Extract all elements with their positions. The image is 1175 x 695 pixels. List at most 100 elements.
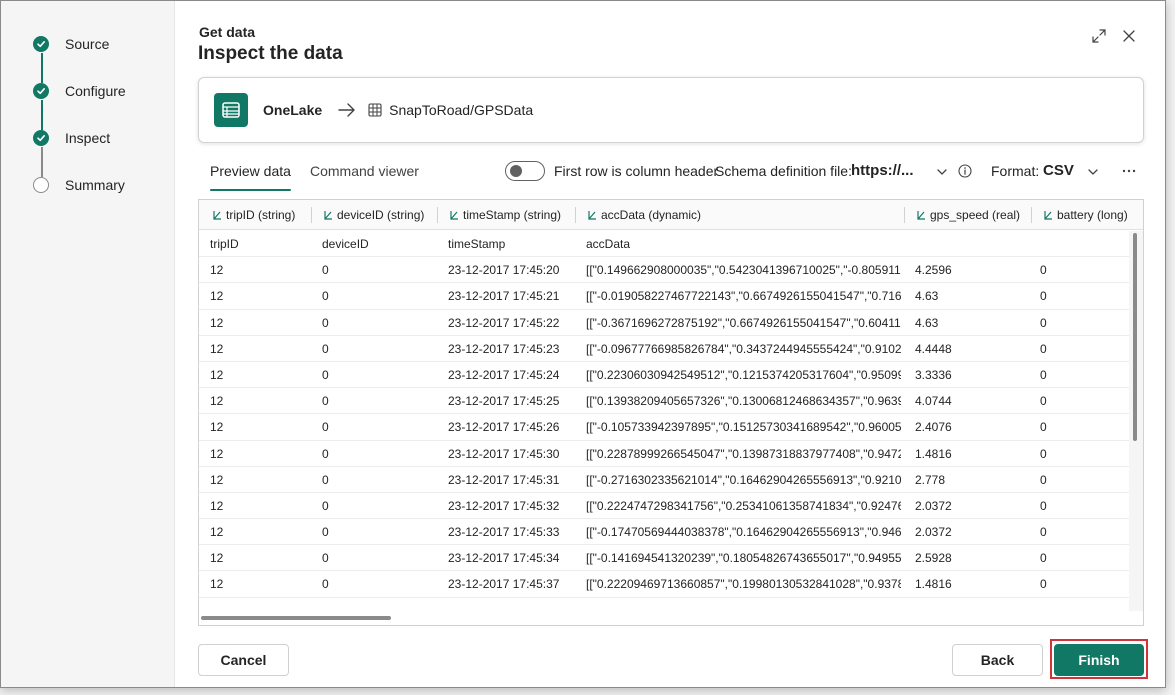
- table-cell: [["0.22878999266545047","0.1398731883797…: [586, 446, 901, 461]
- table-cell: 4.63: [915, 315, 939, 330]
- table-row: 12 0 23-12-2017 17:45:33 [["-0.174705694440…: [199, 519, 1129, 546]
- table-cell: [["-0.141694541320239","0.18054826743655…: [586, 551, 901, 566]
- table-cell: 0: [322, 498, 329, 513]
- back-button[interactable]: Back: [952, 644, 1043, 676]
- table-cell: 0: [322, 446, 329, 461]
- table-row: 12 0 23-12-2017 17:45:23 [["-0.096777669858…: [199, 336, 1129, 362]
- table-cell: 12: [210, 263, 224, 278]
- column-header[interactable]: gps_speed (real): [916, 200, 1020, 230]
- table-cell: 12: [210, 315, 224, 330]
- table-cell: 23-12-2017 17:45:23: [448, 341, 560, 356]
- table-cell: 1.4816: [915, 577, 952, 592]
- step-summary: Summary: [33, 175, 125, 195]
- chevron-down-icon[interactable]: [935, 165, 949, 179]
- column-type-icon: [587, 210, 597, 220]
- table-cell: 23-12-2017 17:45:32: [448, 498, 560, 513]
- table-cell: 0: [322, 420, 329, 435]
- cancel-button[interactable]: Cancel: [198, 644, 289, 676]
- table-cell: 0: [322, 472, 329, 487]
- step-connector: [41, 53, 43, 83]
- first-row-header-toggle[interactable]: [505, 161, 545, 181]
- column-type-icon: [449, 210, 459, 220]
- table-cell: [["-0.105733942397895","0.15125730341689…: [586, 420, 901, 435]
- table-cell: 12: [210, 367, 224, 382]
- preview-table: tripID (string) deviceID (string) timeSt…: [198, 199, 1144, 626]
- table-cell: 2.778: [915, 472, 946, 487]
- table-cell: 12: [210, 498, 224, 513]
- table-cell: 0: [322, 577, 329, 592]
- expand-icon: [1092, 29, 1106, 43]
- format-label: Format:: [991, 163, 1040, 179]
- table-cell: 4.63: [915, 289, 939, 304]
- table-cell: [["-0.019058227467722143","0.66749261550…: [586, 289, 901, 304]
- chevron-down-icon[interactable]: [1086, 165, 1100, 179]
- table-row: 12 0 23-12-2017 17:45:26 [["-0.105733942397…: [199, 414, 1129, 441]
- table-cell: 0: [322, 315, 329, 330]
- step-label: Configure: [65, 83, 126, 99]
- tab-command-viewer[interactable]: Command viewer: [310, 163, 419, 191]
- schema-dropdown[interactable]: https://...: [851, 162, 914, 179]
- source-card: OneLake SnapToRoad/GPSData: [198, 77, 1144, 143]
- table-cell: [["-0.17470569444038378","0.164629042655…: [586, 525, 901, 540]
- schema-label: Schema definition file:: [715, 163, 852, 179]
- column-type-icon: [916, 210, 926, 220]
- column-header[interactable]: accData (dynamic): [587, 200, 701, 230]
- more-icon[interactable]: [1120, 163, 1138, 179]
- tab-label: Preview data: [210, 163, 291, 179]
- scrollbar-thumb[interactable]: [201, 616, 391, 620]
- table-cell: 4.2596: [915, 263, 952, 278]
- table-row: 12 0 23-12-2017 17:45:30 [["0.2287899926654…: [199, 441, 1129, 467]
- table-cell: [["0.22306030942549512","0.1215374205317…: [586, 367, 901, 382]
- source-path: SnapToRoad/GPSData: [389, 102, 534, 118]
- dialog-subtitle: Get data: [199, 24, 256, 40]
- table-cell: [["-0.3671696272875192","0.6674926155041…: [586, 315, 901, 330]
- column-header[interactable]: battery (long): [1043, 200, 1128, 230]
- tab-label: Command viewer: [310, 163, 419, 179]
- first-row-header-label: First row is column header: [554, 163, 719, 179]
- info-icon[interactable]: [957, 163, 973, 179]
- table-row: 12 0 23-12-2017 17:45:31 [["-0.271630233562…: [199, 467, 1129, 493]
- finish-button[interactable]: Finish: [1054, 644, 1144, 676]
- table-cell: 23-12-2017 17:45:31: [448, 472, 560, 487]
- step-inspect: Inspect: [33, 128, 110, 148]
- column-header[interactable]: timeStamp (string): [449, 200, 561, 230]
- table-cell: 23-12-2017 17:45:33: [448, 525, 560, 540]
- step-source: Source: [33, 34, 109, 54]
- table-cell: 0: [1040, 367, 1047, 382]
- table-cell: 23-12-2017 17:45:34: [448, 551, 560, 566]
- column-type-icon: [323, 210, 333, 220]
- vertical-scrollbar[interactable]: [1129, 231, 1143, 611]
- table-row: 12 0 23-12-2017 17:45:20 [["0.1496629080000…: [199, 257, 1129, 284]
- column-separator: [311, 207, 312, 223]
- scrollbar-thumb[interactable]: [1133, 233, 1137, 441]
- close-icon: [1123, 30, 1135, 42]
- column-header[interactable]: tripID (string): [212, 200, 295, 230]
- column-separator: [1031, 207, 1032, 223]
- table-cell: 23-12-2017 17:45:22: [448, 315, 560, 330]
- table-cell: 2.4076: [915, 420, 952, 435]
- horizontal-scrollbar[interactable]: [199, 611, 1143, 625]
- table-cell: 0: [322, 551, 329, 566]
- step-connector: [41, 147, 43, 177]
- table-cell: 12: [210, 577, 224, 592]
- format-dropdown[interactable]: CSV: [1043, 162, 1074, 179]
- table-cell: 12: [210, 446, 224, 461]
- arrow-right-icon: [338, 101, 356, 119]
- table-cell: 23-12-2017 17:45:21: [448, 289, 560, 304]
- expand-button[interactable]: [1089, 26, 1109, 46]
- column-header-label: tripID (string): [226, 208, 296, 222]
- toggle-knob: [510, 165, 522, 177]
- table-cell: 0: [1040, 315, 1047, 330]
- tab-preview-data[interactable]: Preview data: [210, 163, 291, 191]
- table-row: 12 0 23-12-2017 17:45:37 [["0.2220946971366…: [199, 571, 1129, 598]
- table-row: 12 0 23-12-2017 17:45:25 [["0.1393820940565…: [199, 388, 1129, 415]
- close-button[interactable]: [1119, 26, 1139, 46]
- table-cell: 4.0744: [915, 394, 952, 409]
- table-cell: 23-12-2017 17:45:25: [448, 394, 560, 409]
- table-cell: 0: [1040, 525, 1047, 540]
- table-cell: [["0.149662908000035","0.542304139671002…: [586, 263, 901, 278]
- table-header: tripID (string) deviceID (string) timeSt…: [199, 200, 1143, 230]
- table-cell: [["-0.09677766985826784","0.343724494555…: [586, 341, 901, 356]
- column-type-icon: [212, 210, 222, 220]
- column-header[interactable]: deviceID (string): [323, 200, 424, 230]
